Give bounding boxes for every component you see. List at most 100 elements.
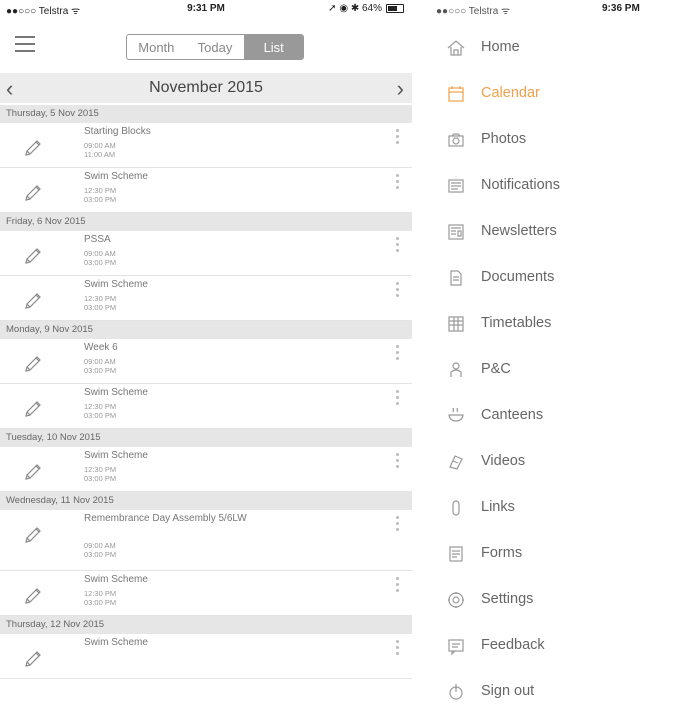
event-row[interactable]: Swim Scheme 12:30 PM 03:00 PM <box>0 276 412 321</box>
hamburger-menu-icon[interactable] <box>15 36 35 52</box>
event-pencil-icon <box>24 398 44 418</box>
more-options-icon[interactable] <box>396 577 400 595</box>
event-row[interactable]: Swim Scheme <box>0 634 412 679</box>
next-month-icon[interactable]: › <box>397 76 404 102</box>
segment-today[interactable]: Today <box>186 35 245 59</box>
document-icon <box>446 268 466 288</box>
more-options-icon[interactable] <box>396 390 400 408</box>
event-pencil-icon <box>24 137 44 157</box>
event-row[interactable]: Swim Scheme 12:30 PM 03:00 PM <box>0 447 412 492</box>
event-title: Swim Scheme <box>84 387 148 398</box>
more-options-icon[interactable] <box>396 453 400 471</box>
side-menu-screen: ●●○○○ Telstra ᯤ 9:36 PM Home Calendar Phot… <box>412 0 679 726</box>
event-pencil-icon <box>24 290 44 310</box>
event-row[interactable]: Remembrance Day Assembly 5/6LW 09:00 AM 03… <box>0 510 412 571</box>
menu-item-label: Timetables <box>481 315 552 331</box>
more-options-icon[interactable] <box>396 640 400 658</box>
menu-item-settings[interactable]: Settings <box>412 577 679 623</box>
event-end-time: 03:00 PM <box>84 195 117 204</box>
more-options-icon[interactable] <box>396 345 400 363</box>
menu-item-newsletter[interactable]: Newsletters <box>412 209 679 255</box>
menu-item-timetable[interactable]: Timetables <box>412 301 679 347</box>
menu-item-video[interactable]: Videos <box>412 439 679 485</box>
menu-item-label: Feedback <box>481 637 545 653</box>
menu-item-label: Calendar <box>481 85 540 101</box>
menu-item-notifications[interactable]: Notifications <box>412 163 679 209</box>
menu-item-label: Newsletters <box>481 223 557 239</box>
more-options-icon[interactable] <box>396 237 400 255</box>
menu-item-label: Forms <box>481 545 523 561</box>
feedback-icon <box>446 636 466 656</box>
event-row[interactable]: Week 6 09:00 AM 03:00 PM <box>0 339 412 384</box>
menu-item-feedback[interactable]: Feedback <box>412 623 679 669</box>
carrier-signal: ●●○○○ Telstra ᯤ <box>436 6 511 17</box>
event-row[interactable]: Swim Scheme 12:30 PM 03:00 PM <box>0 168 412 213</box>
event-end-time: 03:00 PM <box>84 303 117 312</box>
more-options-icon[interactable] <box>396 174 400 192</box>
menu-item-label: Photos <box>481 131 527 147</box>
event-start-time: 09:00 AM <box>84 249 116 258</box>
more-options-icon[interactable] <box>396 129 400 147</box>
newsletter-icon <box>446 222 466 242</box>
status-bar: ●●○○○ Telstra ᯤ 9:31 PM ➚ ◉ ✱ 64% <box>0 0 412 19</box>
sign-out-icon <box>446 682 466 702</box>
link-icon <box>446 498 466 518</box>
video-icon <box>446 452 466 472</box>
form-icon <box>446 544 466 564</box>
menu-item-home[interactable]: Home <box>412 25 679 71</box>
timetable-icon <box>446 314 466 334</box>
menu-item-canteen[interactable]: Canteens <box>412 393 679 439</box>
menu-item-document[interactable]: Documents <box>412 255 679 301</box>
event-pencil-icon <box>24 524 44 544</box>
event-title: Swim Scheme <box>84 574 148 585</box>
segment-list[interactable]: List <box>244 35 303 59</box>
status-time: 9:36 PM <box>602 3 640 14</box>
day-header: Friday, 6 Nov 2015 <box>0 213 412 231</box>
event-pencil-icon <box>24 648 44 668</box>
event-pencil-icon <box>24 461 44 481</box>
day-header: Thursday, 5 Nov 2015 <box>0 105 412 123</box>
event-start-time: 12:30 PM <box>84 589 117 598</box>
event-end-time: 03:00 PM <box>84 258 117 267</box>
event-title: Swim Scheme <box>84 171 148 182</box>
menu-item-link[interactable]: Links <box>412 485 679 531</box>
event-start-time: 12:30 PM <box>84 186 117 195</box>
day-header: Monday, 9 Nov 2015 <box>0 321 412 339</box>
event-row[interactable]: PSSA 09:00 AM 03:00 PM <box>0 231 412 276</box>
menu-item-sign-out[interactable]: Sign out <box>412 669 679 715</box>
side-menu: Home Calendar Photos Notifications Newslette… <box>412 25 679 715</box>
notifications-icon <box>446 176 466 196</box>
battery-level <box>388 6 397 11</box>
menu-item-label: Home <box>481 39 520 55</box>
month-navigation: ‹ November 2015 › <box>0 73 412 103</box>
event-row[interactable]: Swim Scheme 12:30 PM 03:00 PM <box>0 384 412 429</box>
camera-icon <box>446 130 466 150</box>
event-row[interactable]: Swim Scheme 12:30 PM 03:00 PM <box>0 571 412 616</box>
people-icon <box>446 360 466 380</box>
event-title: Week 6 <box>84 342 118 353</box>
event-row[interactable]: Starting Blocks 09:00 AM 11:00 AM <box>0 123 412 168</box>
day-header: Tuesday, 10 Nov 2015 <box>0 429 412 447</box>
menu-item-people[interactable]: P&C <box>412 347 679 393</box>
event-end-time: 03:00 PM <box>84 411 117 420</box>
more-options-icon[interactable] <box>396 516 400 534</box>
event-start-time: 09:00 AM <box>84 357 116 366</box>
menu-item-calendar[interactable]: Calendar <box>412 71 679 117</box>
event-title: PSSA <box>84 234 111 245</box>
calendar-icon <box>446 84 466 104</box>
menu-item-form[interactable]: Forms <box>412 531 679 577</box>
event-title: Swim Scheme <box>84 450 148 461</box>
calendar-screen: ●●○○○ Telstra ᯤ 9:31 PM ➚ ◉ ✱ 64% Month … <box>0 0 412 726</box>
event-pencil-icon <box>24 245 44 265</box>
status-indicators: ➚ ◉ ✱ 64% <box>328 3 404 14</box>
event-end-time: 03:00 PM <box>84 550 117 559</box>
menu-item-camera[interactable]: Photos <box>412 117 679 163</box>
day-header: Wednesday, 11 Nov 2015 <box>0 492 412 510</box>
event-pencil-icon <box>24 585 44 605</box>
status-icons: ➚ ◉ ✱ 64% <box>328 3 382 14</box>
settings-icon <box>446 590 466 610</box>
more-options-icon[interactable] <box>396 282 400 300</box>
event-end-time: 03:00 PM <box>84 598 117 607</box>
segment-month[interactable]: Month <box>127 35 186 59</box>
home-icon <box>446 38 466 58</box>
